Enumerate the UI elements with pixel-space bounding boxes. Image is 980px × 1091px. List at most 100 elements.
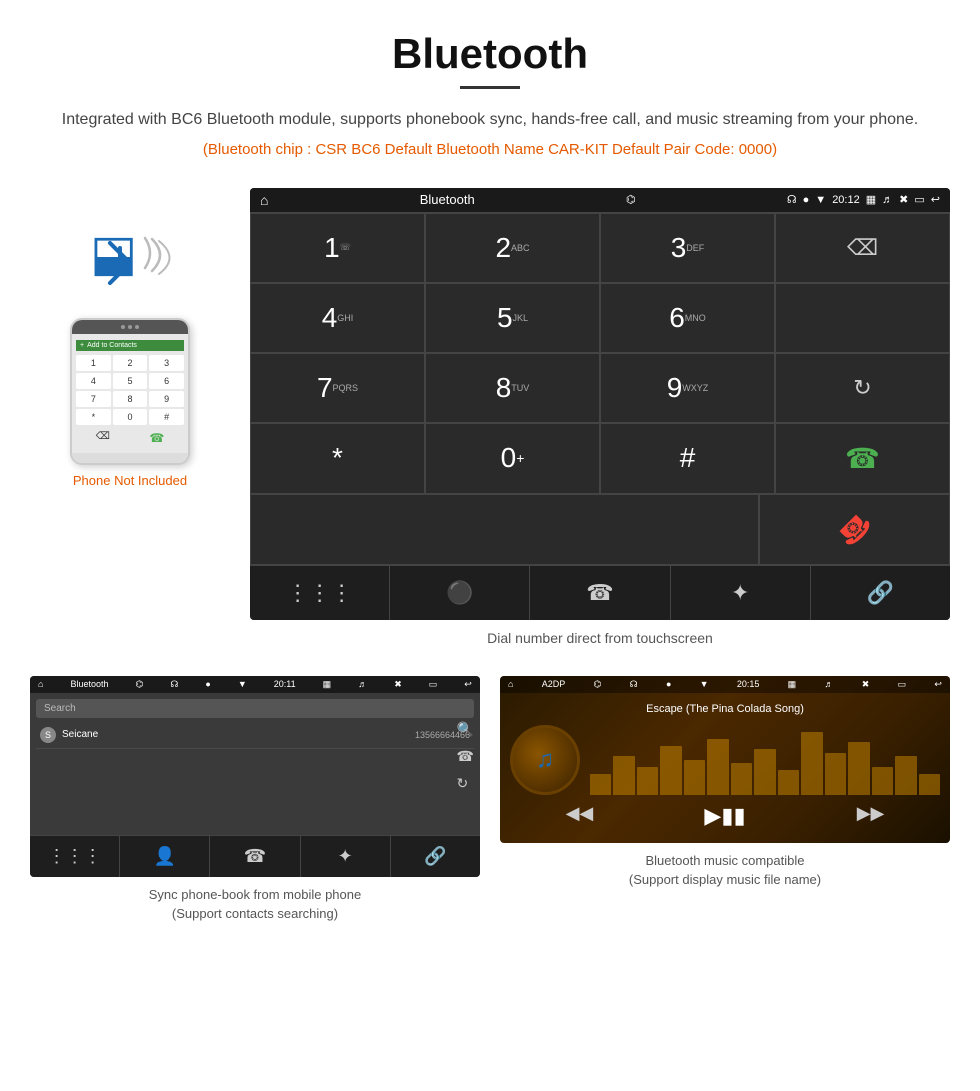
music-vol-icon[interactable]: ♬ [824, 679, 833, 689]
dial-key-5[interactable]: 5 JKL [425, 283, 600, 353]
dial-call-green[interactable]: ☎ [775, 423, 950, 494]
equalizer-bars [590, 725, 940, 795]
dial-endcall-row: ☎ [250, 494, 950, 565]
contacts-cam-icon[interactable]: ▦ [323, 679, 332, 690]
usb-icon: ⌬ [626, 193, 636, 206]
dial-key-star[interactable]: * [250, 423, 425, 494]
contacts-link-icon[interactable]: 🔗 [391, 836, 480, 877]
phone-key[interactable]: 1 [76, 355, 111, 371]
contacts-back-icon[interactable]: ↩ [464, 679, 472, 690]
eq-bar [613, 756, 634, 795]
bt-bottom-icon[interactable]: ✦ [671, 566, 811, 620]
dialer-area: ⌂ Bluetooth ⌬ ☊ ● ▼ 20:12 ▦ ♬ ✖ ▭ ↩ [250, 188, 950, 666]
contacts-screen: ⌂ Bluetooth ⌬ ☊ ● ▼ 20:11 ▦ ♬ ✖ ▭ ↩ Sear… [30, 676, 480, 877]
dialer-bottom-bar: ⋮⋮⋮ ⚫ ☎ ✦ 🔗 [250, 565, 950, 620]
phone-top-bar [72, 320, 188, 334]
contacts-dialpad-icon[interactable]: ⋮⋮⋮ [30, 836, 120, 877]
music-body: Escape (The Pina Colada Song) ♫ [500, 693, 950, 843]
back-icon[interactable]: ↩ [931, 193, 940, 206]
eq-bar [919, 774, 940, 795]
contacts-bottom-bar: ⋮⋮⋮ 👤 ☎ ✦ 🔗 [30, 835, 480, 877]
eq-bar [754, 749, 775, 795]
close-icon[interactable]: ✖ [899, 193, 908, 206]
camera-icon[interactable]: ▦ [866, 193, 876, 206]
dial-refresh[interactable]: ↻ [775, 353, 950, 423]
next-track-icon[interactable]: ▶▶ [857, 803, 885, 829]
sidebar-call-icon[interactable]: ☎ [457, 748, 474, 765]
phone-call-icon[interactable]: ☎ [149, 431, 164, 445]
play-pause-icon[interactable]: ▶▮▮ [704, 803, 745, 829]
music-screen: ⌂ A2DP ⌬ ☊ ● ▼ 20:15 ▦ ♬ ✖ ▭ ↩ Escape (T… [500, 676, 950, 843]
dial-key-3[interactable]: 3 DEF [600, 213, 775, 283]
music-content-row: ♫ [510, 725, 940, 795]
contact-row[interactable]: S Seicane 13566664466 [36, 722, 474, 749]
dial-backspace[interactable]: ⌫ [775, 213, 950, 283]
phone-screen: +Add to Contacts 1 2 3 4 5 6 7 8 9 * 0 # [72, 334, 188, 453]
contact-name: Seicane [62, 729, 415, 740]
phone-mockup: +Add to Contacts 1 2 3 4 5 6 7 8 9 * 0 # [70, 318, 190, 465]
contacts-phone-icon[interactable]: ☎ [210, 836, 300, 877]
android-statusbar: ⌂ Bluetooth ⌬ ☊ ● ▼ 20:12 ▦ ♬ ✖ ▭ ↩ [250, 188, 950, 212]
phone-key[interactable]: * [76, 409, 111, 425]
eq-bar [660, 746, 681, 795]
phone-key[interactable]: 0 [113, 409, 148, 425]
contacts-home-icon[interactable]: ⌂ [38, 679, 43, 689]
statusbar-right: ☊ ● ▼ 20:12 ▦ ♬ ✖ ▭ ↩ [787, 193, 940, 206]
dial-end-call[interactable]: ☎ [759, 494, 950, 565]
sidebar-refresh-icon[interactable]: ↻ [457, 775, 474, 792]
contacts-signal: ▼ [238, 679, 247, 689]
phone-key[interactable]: # [149, 409, 184, 425]
dial-key-9[interactable]: 9 WXYZ [600, 353, 775, 423]
contacts-close-icon[interactable]: ✖ [394, 679, 402, 690]
phone-key[interactable]: 6 [149, 373, 184, 389]
dial-key-8[interactable]: 8 TUV [425, 353, 600, 423]
contacts-vol-icon[interactable]: ♬ [358, 679, 367, 689]
page-description: Integrated with BC6 Bluetooth module, su… [20, 107, 960, 133]
contacts-bt-bottom-icon[interactable]: ✦ [301, 836, 391, 877]
music-cam-icon[interactable]: ▦ [788, 679, 797, 690]
music-close-icon[interactable]: ✖ [862, 679, 870, 690]
eq-bar [895, 756, 916, 795]
link-icon[interactable]: 🔗 [811, 566, 950, 620]
phone-key[interactable]: 8 [113, 391, 148, 407]
contacts-app-title: Bluetooth [70, 679, 108, 689]
window-icon[interactable]: ▭ [914, 193, 924, 206]
phone-key[interactable]: 2 [113, 355, 148, 371]
dial-key-hash[interactable]: # [600, 423, 775, 494]
phone-key[interactable]: 5 [113, 373, 148, 389]
home-icon[interactable]: ⌂ [260, 192, 268, 208]
contacts-person-icon[interactable]: 👤 [120, 836, 210, 877]
music-home-icon[interactable]: ⌂ [508, 679, 513, 689]
dial-key-4[interactable]: 4 GHI [250, 283, 425, 353]
music-back-icon[interactable]: ↩ [934, 679, 942, 690]
sidebar-search-icon[interactable]: 🔍 [457, 721, 474, 738]
contacts-time: 20:11 [274, 679, 296, 689]
music-window-icon[interactable]: ▭ [898, 679, 907, 690]
phone-key[interactable]: 9 [149, 391, 184, 407]
eq-bar [637, 767, 658, 795]
album-bt-icon: ♫ [536, 746, 554, 774]
search-bar[interactable]: Search [36, 699, 474, 718]
phone-delete-icon[interactable]: ⌫ [96, 431, 110, 445]
contacts-statusbar: ⌂ Bluetooth ⌬ ☊ ● ▼ 20:11 ▦ ♬ ✖ ▭ ↩ [30, 676, 480, 693]
bottom-screenshots: ⌂ Bluetooth ⌬ ☊ ● ▼ 20:11 ▦ ♬ ✖ ▭ ↩ Sear… [0, 676, 980, 924]
volume-icon[interactable]: ♬ [882, 194, 893, 206]
phone-key[interactable]: 3 [149, 355, 184, 371]
prev-track-icon[interactable]: ◀◀ [566, 803, 594, 829]
contacts-icon[interactable]: ⚫ [390, 566, 530, 620]
dialpad-icon[interactable]: ⋮⋮⋮ [250, 566, 390, 620]
dial-key-7[interactable]: 7 PQRS [250, 353, 425, 423]
music-signal: ▼ [700, 679, 709, 689]
wifi-waves-icon [140, 233, 175, 285]
phone-key[interactable]: 7 [76, 391, 111, 407]
contacts-window-icon[interactable]: ▭ [429, 679, 438, 690]
eq-bar [731, 763, 752, 795]
dial-key-6[interactable]: 6 MNO [600, 283, 775, 353]
search-placeholder: Search [44, 703, 76, 714]
dial-key-1[interactable]: 1 ☏ [250, 213, 425, 283]
phone-icon[interactable]: ☎ [530, 566, 670, 620]
phone-bottom-icons: ⌫ ☎ [76, 429, 184, 447]
dial-key-0[interactable]: 0+ [425, 423, 600, 494]
dial-key-2[interactable]: 2 ABC [425, 213, 600, 283]
phone-key[interactable]: 4 [76, 373, 111, 389]
